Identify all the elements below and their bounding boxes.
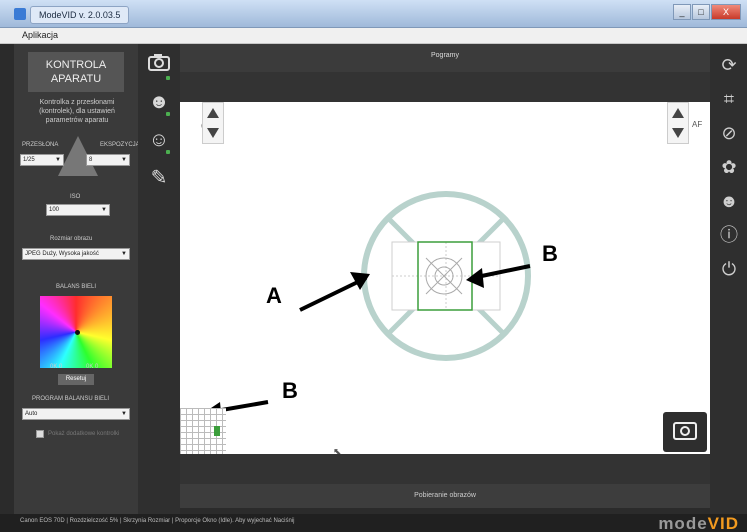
viewer-bottom-band [180,454,710,484]
reset-button[interactable]: Resetuj [58,374,94,385]
download-images-button[interactable]: Pobieranie obrazów [180,484,710,508]
crop-icon[interactable]: ⌗ [716,86,742,112]
zoom-control[interactable] [202,102,224,144]
wb-value-2: 0K 0 [86,364,99,370]
af-label: AF [692,120,703,129]
app-icon [14,8,26,20]
face-icon[interactable]: ☻ [716,188,742,214]
zoom-up-icon[interactable] [207,108,219,118]
menu-bar: Aplikacja [0,28,747,44]
wb-program-label: PROGRAM BALANSU BIELI [32,396,110,402]
brand-name: mode [658,514,708,532]
active-indicator [166,112,170,116]
zoom-down-icon[interactable] [207,128,219,138]
white-balance-marker[interactable] [75,330,80,335]
right-tool-column: ⟳ ⌗ ⊘ ✿ ☻ ⓘ ⏻ [710,44,747,514]
minimize-button[interactable]: _ [673,4,691,20]
aperture-label: PRZESŁONA [22,142,59,148]
chevron-down-icon: ▼ [101,207,107,213]
grid-marker [214,426,220,436]
brand-logo: modeVID [658,514,739,532]
window-title: ModeVID v. 2.0.03.5 [30,6,130,24]
aperture-select[interactable]: 1/25 ▼ [20,154,64,166]
window-controls: _ □ X [673,4,741,20]
af-control[interactable] [667,102,689,144]
active-indicator [166,150,170,154]
iso-label: ISO [70,194,81,200]
status-bar: Canon EOS 70D | Rozdzielczość 5% | Skrzy… [0,514,747,532]
chevron-down-icon: ▼ [121,411,127,417]
maximize-button[interactable]: □ [692,4,710,20]
checkbox-label: Pokaż dodatkowe kontrolki [48,431,120,437]
af-up-icon[interactable] [672,108,684,118]
annotation-b-bottom: B [282,378,298,403]
exposure-value: 8 [89,157,93,163]
sync-icon[interactable]: ⟳ [716,52,742,78]
wb-program-select[interactable]: Auto ▼ [22,408,130,420]
annotation-a: A [266,283,282,308]
close-button[interactable]: X [711,4,741,20]
grid-preview[interactable] [180,408,226,454]
info-icon[interactable]: ⓘ [716,222,742,248]
chevron-down-icon: ▼ [121,251,127,257]
no-icon[interactable]: ⊘ [716,120,742,146]
viewer-top-band [180,72,710,102]
chevron-down-icon: ▼ [121,157,127,163]
image-size-value: JPEG Duży, Wysoka jakość [25,251,99,257]
iso-value: 100 [49,207,60,213]
face-mode-icon[interactable]: ☻ [144,88,174,116]
programs-header: Pogramy [180,44,710,72]
menu-aplikacja[interactable]: Aplikacja [22,30,58,40]
tools-icon[interactable]: ✎ [144,164,174,192]
exposure-select[interactable]: 8 ▼ [86,154,130,166]
download-images-label: Pobieranie obrazów [414,492,476,499]
panel-header: KONTROLA APARATU [28,52,124,92]
chevron-down-icon: ▼ [55,157,61,163]
wb-program-value: Auto [25,411,38,417]
panel-description: Kontrolka z przesłonami (kontrolek), dla… [39,99,115,124]
extra-controls-checkbox[interactable] [36,430,44,438]
smile-mode-icon[interactable]: ☺ [144,126,174,154]
mode-icon-column: ☻ ☺ ✎ [138,44,180,514]
exposure-label: EKSPOZYCJA [100,142,140,148]
active-indicator [166,76,170,80]
image-size-label: Rozmiar obrazu [50,236,93,242]
palette-icon[interactable]: ✿ [716,154,742,180]
app-window: ModeVID v. 2.0.03.5 _ □ X Aplikacja KONT… [0,0,747,532]
capture-button[interactable] [663,412,707,452]
programs-title: Pogramy [430,52,459,59]
iso-select[interactable]: 100 ▼ [46,204,110,216]
live-view-area[interactable] [180,102,710,454]
aperture-value: 1/25 [23,157,35,163]
status-text: Canon EOS 70D | Rozdzielczość 5% | Skrzy… [20,518,295,524]
brand-accent: VID [707,514,739,532]
camera-mode-icon[interactable] [144,52,174,80]
image-size-select[interactable]: JPEG Duży, Wysoka jakość ▼ [22,248,130,260]
focus-overlay [202,191,531,422]
wb-value-1: 0K 0 [50,364,63,370]
af-down-icon[interactable] [672,128,684,138]
title-bar: ModeVID v. 2.0.03.5 _ □ X [0,0,747,28]
white-balance-label: BALANS BIELI [56,284,97,290]
camera-control-panel: KONTROLA APARATU Kontrolka z przesłonami… [14,44,140,514]
power-icon[interactable]: ⏻ [716,256,742,282]
annotation-b-top: B [542,241,558,266]
lens-icon [680,426,690,436]
